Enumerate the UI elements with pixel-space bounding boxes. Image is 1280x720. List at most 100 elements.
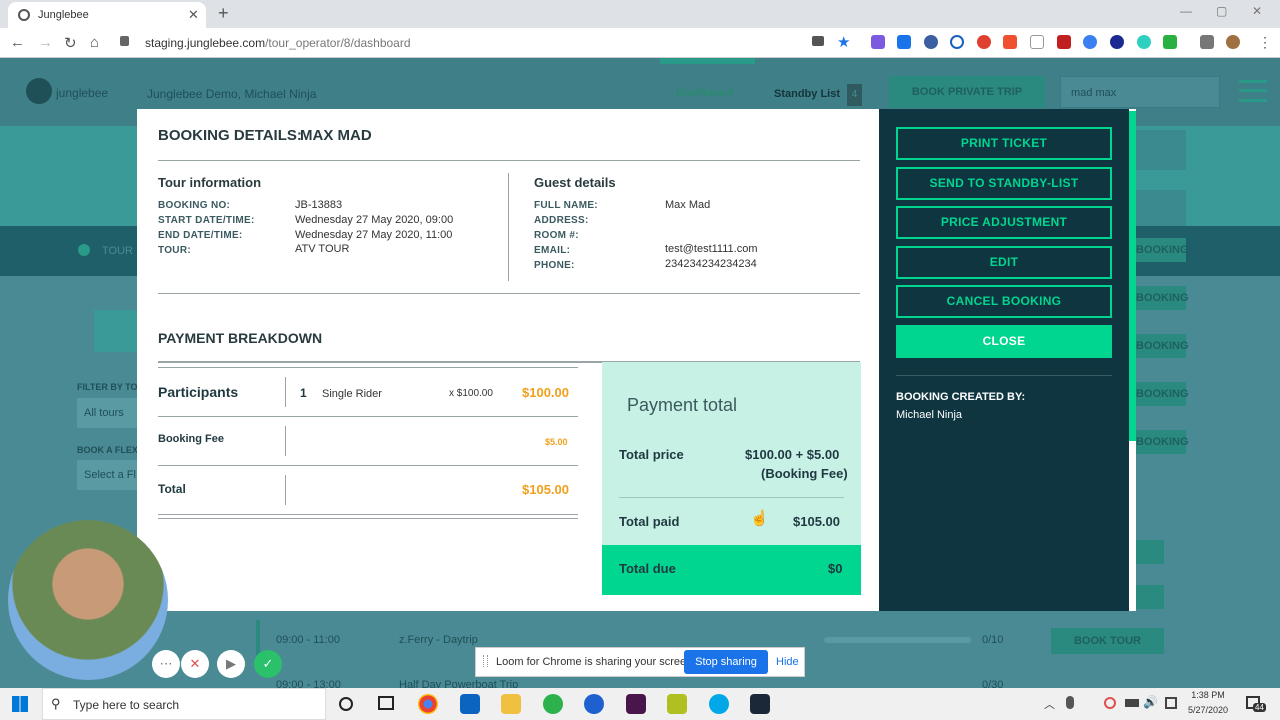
extension-icon[interactable]: [924, 35, 938, 49]
hand-cursor-icon: ☝: [750, 510, 769, 527]
full-name-value: Max Mad: [665, 199, 711, 211]
camera-icon[interactable]: [812, 36, 824, 46]
browser-tab[interactable]: Junglebee ✕: [8, 2, 206, 28]
start-value: Wednesday 27 May 2020, 09:00: [295, 214, 454, 226]
extension-icon[interactable]: [1083, 35, 1097, 49]
cortana-icon[interactable]: [339, 697, 353, 711]
print-ticket-button[interactable]: PRINT TICKET: [896, 127, 1112, 160]
bg-button[interactable]: [1136, 540, 1164, 564]
extension-icon[interactable]: [1137, 35, 1151, 49]
price-adjustment-button[interactable]: PRICE ADJUSTMENT: [896, 206, 1112, 239]
extension-download-icon[interactable]: [897, 35, 911, 49]
scrollbar[interactable]: [1129, 109, 1136, 611]
cancel-recording-icon[interactable]: ✕: [181, 650, 209, 678]
bg-booking-button[interactable]: BOOKING: [1136, 286, 1189, 310]
nav-dashboard[interactable]: Dashboard: [676, 87, 733, 99]
reload-icon[interactable]: ↻: [64, 34, 77, 52]
send-to-standby-button[interactable]: SEND TO STANDBY-LIST: [896, 167, 1112, 200]
skype-icon[interactable]: [709, 694, 729, 714]
total-due-label: Total due: [619, 561, 676, 576]
webcam-bubble[interactable]: [8, 520, 168, 680]
radio-icon[interactable]: [78, 244, 90, 256]
book-tour-button[interactable]: BOOK TOUR: [1051, 628, 1164, 654]
tray-chevron-icon[interactable]: ︿: [1044, 696, 1055, 712]
star-icon[interactable]: ★: [837, 33, 850, 51]
network-icon[interactable]: [1165, 697, 1177, 709]
windows-start-icon[interactable]: [12, 696, 28, 712]
hide-button[interactable]: Hide: [776, 656, 799, 668]
slack-icon[interactable]: [626, 694, 646, 714]
profile-avatar-icon[interactable]: [1226, 35, 1240, 49]
extension-icon[interactable]: [950, 35, 964, 49]
total-price-value: $100.00 + $5.00: [745, 447, 840, 462]
clock-date[interactable]: 5/27/2020: [1184, 705, 1232, 715]
clock-time[interactable]: 1:38 PM: [1186, 690, 1230, 700]
participants-item: Single Rider: [322, 388, 382, 400]
total-due-value: $0: [828, 561, 843, 576]
extension-icon[interactable]: [871, 35, 885, 49]
file-explorer-icon[interactable]: [501, 694, 521, 714]
extension-icon[interactable]: [1030, 35, 1044, 49]
close-window-icon[interactable]: ✕: [1252, 4, 1262, 18]
steam-icon[interactable]: [750, 694, 770, 714]
tab-title: Junglebee: [38, 9, 89, 21]
drag-handle-icon[interactable]: [483, 655, 488, 667]
cancel-booking-button[interactable]: CANCEL BOOKING: [896, 285, 1112, 318]
fireworks-icon[interactable]: [667, 694, 687, 714]
back-icon[interactable]: ←: [10, 34, 25, 51]
home-icon[interactable]: ⌂: [90, 34, 99, 51]
book-private-trip-button[interactable]: BOOK PRIVATE TRIP: [889, 76, 1045, 108]
volume-icon[interactable]: 🔊: [1143, 695, 1158, 709]
flex-select[interactable]: Select a Fl: [77, 460, 137, 490]
messenger-icon[interactable]: [584, 694, 604, 714]
bg-booking-button[interactable]: BOOKING: [1136, 238, 1189, 262]
tour-tab-label[interactable]: TOUR: [102, 245, 133, 257]
email-label: EMAIL:: [534, 245, 571, 256]
forward-icon[interactable]: →: [38, 34, 53, 51]
pause-icon[interactable]: ▶: [217, 650, 245, 678]
extension-icon[interactable]: [1003, 35, 1017, 49]
microphone-icon[interactable]: [1066, 696, 1074, 709]
tray-app-icon[interactable]: [1104, 697, 1116, 709]
more-options-icon[interactable]: ⋯: [152, 650, 180, 678]
bg-booking-button[interactable]: BOOKING: [1136, 430, 1189, 454]
extension-icon[interactable]: [977, 35, 991, 49]
outlook-icon[interactable]: [460, 694, 480, 714]
filter-select[interactable]: All tours: [77, 398, 137, 428]
bg-booking-button[interactable]: BOOKING: [1136, 334, 1189, 358]
scrollbar-thumb[interactable]: [1129, 111, 1136, 441]
cell-divider: [285, 377, 286, 407]
close-tab-icon[interactable]: ✕: [188, 7, 199, 23]
menu-kebab-icon[interactable]: ⋮: [1258, 34, 1272, 51]
extension-icon[interactable]: [1057, 35, 1071, 49]
extension-icon[interactable]: [1110, 35, 1124, 49]
taskbar-search[interactable]: ⚲ Type here to search: [42, 688, 326, 720]
maximize-icon[interactable]: ▢: [1216, 4, 1227, 18]
edit-button[interactable]: EDIT: [896, 246, 1112, 279]
minimize-icon[interactable]: —: [1180, 4, 1192, 18]
booking-fee-amount: $5.00: [545, 437, 568, 447]
total-price-note: (Booking Fee): [761, 466, 848, 481]
url-field[interactable]: staging.junglebee.com/tour_operator/8/da…: [116, 32, 860, 54]
stop-sharing-button[interactable]: Stop sharing: [684, 650, 768, 674]
search-input[interactable]: mad max: [1060, 76, 1220, 108]
close-button[interactable]: CLOSE: [896, 325, 1112, 358]
battery-icon[interactable]: [1125, 699, 1139, 707]
booking-fee-label: Booking Fee: [158, 433, 225, 445]
reading-list-icon[interactable]: [1200, 35, 1214, 49]
cell-divider: [285, 426, 286, 456]
hamburger-menu-icon[interactable]: [1239, 80, 1267, 102]
row-name: z.Ferry - Daytrip: [399, 634, 478, 646]
extension-check-icon[interactable]: [1163, 35, 1177, 49]
chrome-icon[interactable]: [418, 694, 438, 714]
new-tab-icon[interactable]: +: [218, 3, 229, 24]
spotify-icon[interactable]: [543, 694, 563, 714]
bg-button[interactable]: [1136, 585, 1164, 609]
task-view-icon[interactable]: [378, 696, 394, 710]
bg-booking-button[interactable]: BOOKING: [1136, 382, 1189, 406]
finish-recording-icon[interactable]: ✓: [254, 650, 282, 678]
divider: [158, 465, 578, 466]
nav-standby-list[interactable]: Standby List: [774, 88, 840, 100]
url-path: /tour_operator/8/dashboard: [265, 36, 411, 50]
url-host: staging.junglebee.com: [145, 36, 266, 50]
